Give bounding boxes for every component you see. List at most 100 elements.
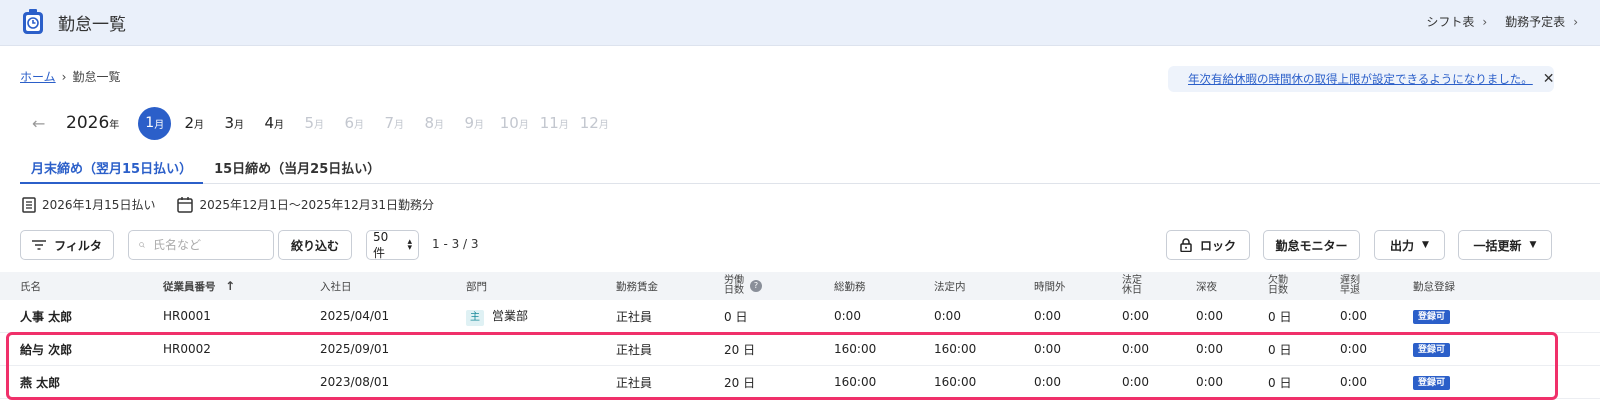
- attendance-monitor-button[interactable]: 勤怠モニター: [1263, 230, 1360, 260]
- col-hire-date[interactable]: 入社日: [320, 279, 352, 294]
- tab-month-end[interactable]: 月末締め（翌月15日払い）: [20, 154, 204, 184]
- breadcrumb-home-link[interactable]: ホーム: [20, 68, 56, 85]
- cell-workdays: 20 日: [724, 375, 756, 390]
- month-8: 8月: [424, 114, 445, 132]
- cell-absence: 0 日: [1268, 342, 1292, 357]
- cell-department: 主営業部: [466, 307, 528, 326]
- cell-registration: 登録可: [1413, 308, 1451, 324]
- cell-late-early: 0:00: [1340, 342, 1367, 356]
- col-department[interactable]: 部門: [466, 279, 487, 294]
- work-schedule-label: 勤務予定表: [1505, 15, 1566, 29]
- registration-badge[interactable]: 登録可: [1413, 376, 1451, 390]
- col-overtime[interactable]: 時間外: [1034, 279, 1066, 294]
- month-4[interactable]: 4月: [254, 114, 294, 132]
- month-selector: ← 2026年 1 月 2月 3月 4月 5月 6月 7月 8月 9月 10月 11月 12月: [32, 106, 614, 140]
- cell-name[interactable]: 人事 太郎: [20, 308, 72, 325]
- cell-total-work: 160:00: [834, 375, 877, 389]
- registration-badge[interactable]: 登録可: [1413, 310, 1451, 324]
- cell-legal-holiday: 0:00: [1122, 309, 1149, 323]
- cell-late-early: 0:00: [1340, 309, 1367, 323]
- lock-icon: [1180, 238, 1192, 252]
- table-body: 人事 太郎 HR0001 2025/04/01 正社員 0 日 0:00 0:00 0:00 0…: [0, 300, 1600, 399]
- search-input[interactable]: [153, 238, 263, 252]
- cell-overtime: 0:00: [1034, 309, 1061, 323]
- cell-wage: 正社員: [616, 342, 653, 357]
- attendance-table: 氏名 従業員番号 ↑ 入社日 部門 勤務賃金 労働 日数 ? 総勤務 法定内 時間…: [0, 272, 1600, 399]
- col-absence[interactable]: 欠勤 日数: [1268, 276, 1288, 296]
- cell-absence: 0 日: [1268, 375, 1292, 390]
- caret-down-icon: ▼: [1422, 240, 1429, 250]
- cell-legal-hours: 160:00: [934, 375, 977, 389]
- timecard-icon: [23, 9, 43, 34]
- cell-registration: 登録可: [1413, 341, 1451, 357]
- table-row[interactable]: 給与 次郎 HR0002 2025/09/01 正社員 20 日 160:00 160:00…: [0, 333, 1600, 366]
- chevron-right-icon: ›: [61, 69, 67, 84]
- per-page-select[interactable]: 50件 ▴ ▾: [366, 230, 419, 260]
- lock-button[interactable]: ロック: [1166, 230, 1250, 260]
- col-night[interactable]: 深夜: [1196, 279, 1217, 294]
- registration-badge[interactable]: 登録可: [1413, 343, 1451, 357]
- closing-tabs: 月末締め（翌月15日払い） 15日締め（当月25日払い）: [20, 154, 1600, 184]
- close-icon[interactable]: ✕: [1543, 71, 1555, 87]
- lock-label: ロック: [1199, 238, 1236, 253]
- table-header: 氏名 従業員番号 ↑ 入社日 部門 勤務賃金 労働 日数 ? 総勤務 法定内 時間…: [0, 272, 1600, 300]
- col-registration[interactable]: 勤怠登録: [1413, 279, 1455, 294]
- cell-hire-date: 2025/04/01: [320, 309, 390, 323]
- col-name[interactable]: 氏名: [20, 279, 41, 294]
- cell-name[interactable]: 給与 次郎: [20, 341, 72, 358]
- month-6: 6月: [344, 114, 365, 132]
- cell-legal-holiday: 0:00: [1122, 342, 1149, 356]
- result-count: 1 - 3 / 3: [432, 237, 479, 251]
- period-range-text: 2025年12月1日〜2025年12月31日勤務分: [199, 198, 434, 212]
- calendar-icon: [177, 197, 194, 213]
- output-label: 出力: [1390, 238, 1415, 253]
- payday-text: 2026年1月15日払い: [42, 198, 156, 212]
- shift-table-label: シフト表: [1426, 15, 1475, 29]
- filter-button[interactable]: フィルタ: [20, 230, 114, 260]
- col-total-work[interactable]: 総勤務: [834, 279, 866, 294]
- year-label: 2026年: [66, 113, 120, 133]
- search-box[interactable]: [128, 230, 274, 260]
- cell-wage: 正社員: [616, 309, 653, 324]
- cell-total-work: 0:00: [834, 309, 861, 323]
- breadcrumb: ホーム › 勤怠一覧: [20, 68, 120, 85]
- bulk-update-label: 一括更新: [1473, 238, 1522, 253]
- narrow-down-button[interactable]: 絞り込む: [278, 230, 352, 260]
- select-arrows-icon: ▴ ▾: [407, 237, 412, 253]
- col-legal-hours[interactable]: 法定内: [934, 279, 966, 294]
- table-row[interactable]: 人事 太郎 HR0001 2025/04/01 正社員 0 日 0:00 0:00 0:00 0…: [0, 300, 1600, 333]
- cell-wage: 正社員: [616, 375, 653, 390]
- col-legal-holiday[interactable]: 法定 休日: [1122, 276, 1142, 296]
- col-late-early[interactable]: 遅刻 早退: [1340, 276, 1360, 296]
- col-wage[interactable]: 勤務賃金: [616, 279, 658, 294]
- help-icon[interactable]: ?: [747, 280, 762, 292]
- tab-15th-closing[interactable]: 15日締め（当月25日払い）: [203, 154, 391, 184]
- shift-table-link[interactable]: シフト表 ›: [1426, 13, 1487, 30]
- cell-absence: 0 日: [1268, 309, 1292, 324]
- month-3[interactable]: 3月: [214, 114, 254, 132]
- cell-total-work: 160:00: [834, 342, 877, 356]
- top-bar: 勤怠一覧 シフト表 › 勤務予定表 ›: [0, 0, 1600, 46]
- col-employee-number[interactable]: 従業員番号 ↑: [163, 279, 235, 294]
- chevron-right-icon: ›: [1482, 14, 1488, 29]
- month-12: 12月: [579, 114, 609, 132]
- cell-employee-number: HR0002: [163, 342, 211, 356]
- bulk-update-button[interactable]: 一括更新 ▼: [1458, 230, 1552, 260]
- notice-banner: 年次有給休暇の時間休の取得上限が設定できるようになりました。 ✕: [1168, 66, 1555, 92]
- month-11: 11月: [539, 114, 569, 132]
- arrow-left-icon[interactable]: ←: [32, 114, 56, 133]
- work-schedule-link[interactable]: 勤務予定表 ›: [1505, 13, 1578, 30]
- chevron-right-icon: ›: [1573, 14, 1578, 29]
- top-links: シフト表 › 勤務予定表 ›: [1426, 13, 1578, 30]
- page-title: 勤怠一覧: [58, 15, 126, 35]
- col-workdays[interactable]: 労働 日数: [724, 276, 744, 296]
- cell-name[interactable]: 燕 太郎: [20, 374, 60, 391]
- month-2[interactable]: 2月: [174, 114, 214, 132]
- table-row[interactable]: 燕 太郎 2023/08/01 正社員 20 日 160:00 160:00 0:00 0:0…: [0, 366, 1600, 399]
- cell-night: 0:00: [1196, 309, 1223, 323]
- output-button[interactable]: 出力 ▼: [1374, 230, 1445, 260]
- month-1[interactable]: 1月: [138, 106, 172, 140]
- sort-arrow-up-icon: ↑: [225, 278, 236, 293]
- notice-link[interactable]: 年次有給休暇の時間休の取得上限が設定できるようになりました。: [1188, 71, 1533, 87]
- cell-overtime: 0:00: [1034, 375, 1061, 389]
